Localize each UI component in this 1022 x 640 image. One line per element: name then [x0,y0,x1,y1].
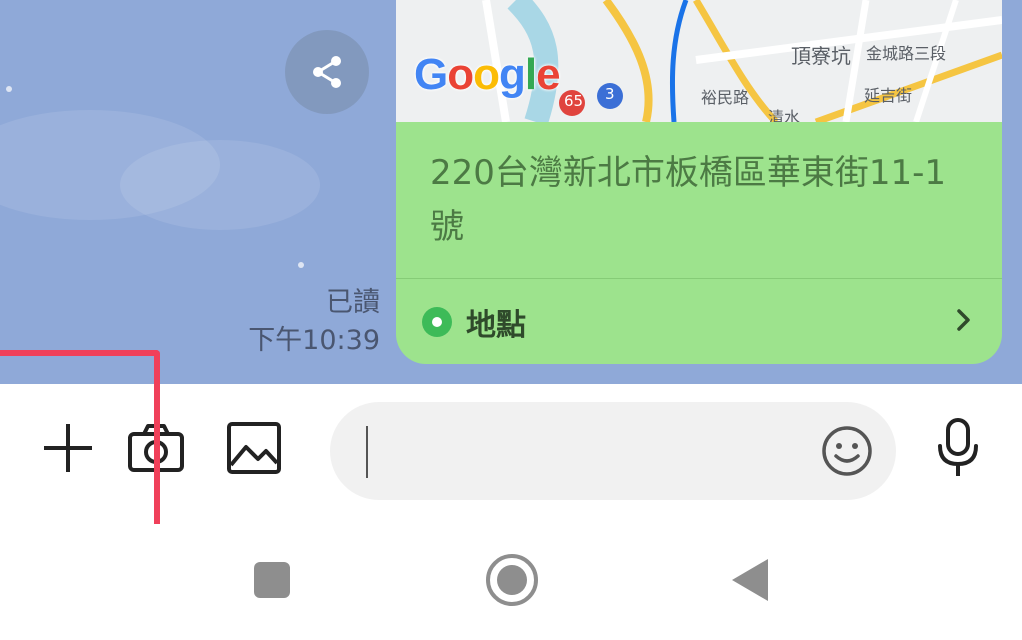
location-pin-icon [422,307,452,337]
back-button[interactable] [728,554,772,606]
map-label: 3 [605,85,615,103]
location-address: 220台灣新北市板橋區華東街11-1號 [430,153,947,247]
home-button[interactable] [484,552,540,608]
home-icon [486,554,538,606]
chat-background: 已讀 下午10:39 65 3 頂寮坑 金城路三段 延吉街 裕民路 清水 Goo… [0,0,1022,384]
plus-icon [44,424,92,472]
share-icon [313,56,341,88]
microphone-icon [938,418,978,476]
emoji-icon [822,426,872,476]
place-details-link[interactable]: 地點 [396,280,1002,364]
google-logo: Google [414,50,561,99]
read-status: 已讀 [326,287,380,318]
map-label: 清水 [768,108,801,122]
camera-icon [128,424,184,472]
map-label: 延吉街 [864,86,913,105]
star-decoration [298,262,304,268]
emoji-button[interactable] [818,422,876,480]
map-label: 頂寮坑 [791,44,851,68]
map-label: 65 [564,92,584,110]
message-input-bar [0,384,1022,524]
star-decoration [6,86,12,92]
map-preview[interactable]: 65 3 頂寮坑 金城路三段 延吉街 裕民路 清水 Google [396,0,1002,122]
place-label: 地點 [466,308,526,343]
gallery-button[interactable] [222,416,286,480]
recent-apps-button[interactable] [246,554,298,606]
plus-button[interactable] [36,416,100,480]
message-timestamp: 下午10:39 [248,325,380,356]
recent-apps-icon [254,562,290,598]
text-caret [366,426,368,478]
location-message-bubble[interactable]: 65 3 頂寮坑 金城路三段 延吉街 裕民路 清水 Google 220台灣新北… [396,0,1002,364]
voice-input-button[interactable] [928,416,988,480]
system-navigation-bar [0,524,1022,640]
back-icon [732,559,768,601]
image-icon [227,422,281,474]
map-label: 裕民路 [701,88,750,107]
camera-button[interactable] [124,416,188,480]
bubble-divider [396,278,1002,279]
message-input[interactable] [330,402,896,500]
share-button[interactable] [285,30,369,114]
map-label: 金城路三段 [866,44,947,63]
chevron-right-icon [957,309,970,331]
cloud-decoration [120,140,320,230]
